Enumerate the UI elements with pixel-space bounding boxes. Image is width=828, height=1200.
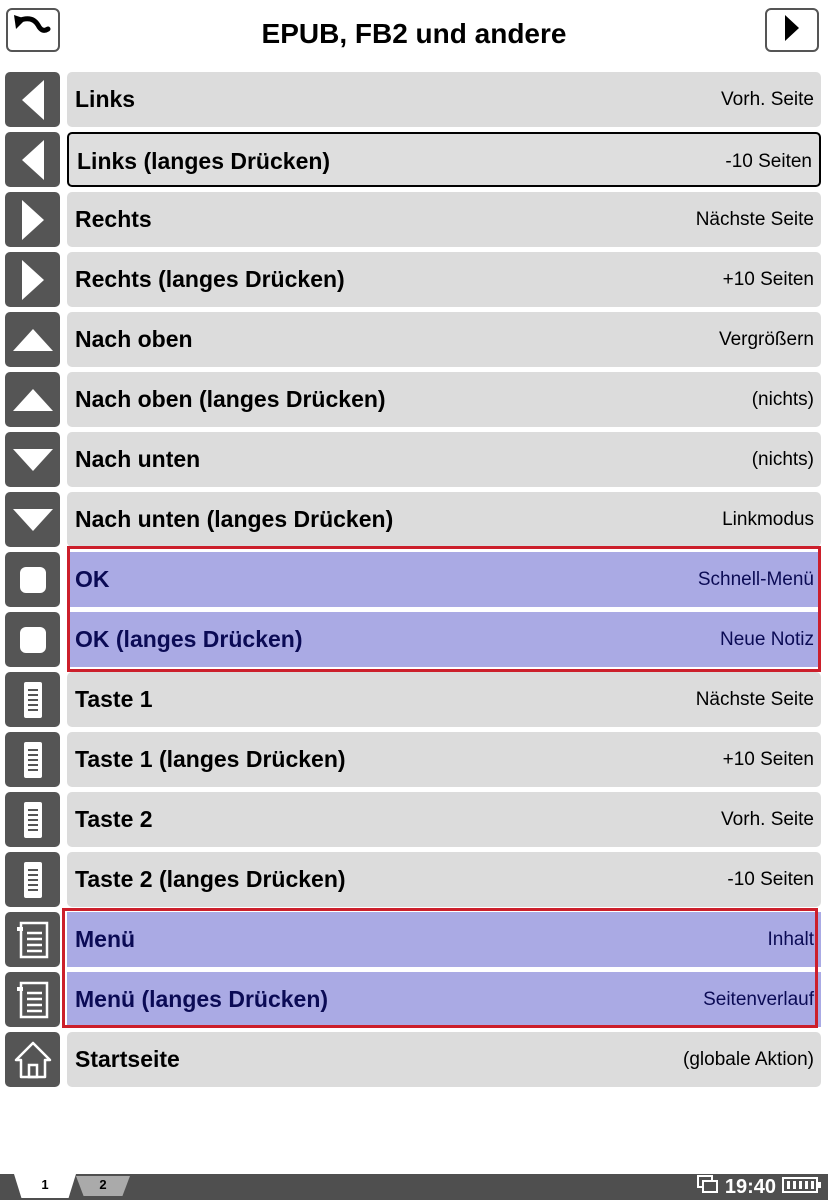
list-item-value: (globale Aktion) [683, 1049, 814, 1070]
list-item-button[interactable]: Taste 1 Nächste Seite [67, 672, 821, 727]
list-item-label: Nach oben (langes Drücken) [75, 386, 386, 412]
list-item-value: (nichts) [751, 449, 814, 470]
list-item[interactable]: Nach unten (langes Drücken) Linkmodus [0, 492, 828, 547]
list-item[interactable]: Menü Inhalt [0, 912, 828, 967]
list-item-label: Rechts (langes Drücken) [75, 266, 345, 292]
list-item-value: Inhalt [767, 929, 814, 950]
list-item[interactable]: Taste 2 (langes Drücken) -10 Seiten [0, 852, 828, 907]
arrow-up-icon [5, 312, 60, 367]
list-item-value: Schnell-Menü [697, 569, 814, 590]
list-item-value: Nächste Seite [695, 209, 814, 230]
side-key-icon [5, 792, 60, 847]
list-item-button[interactable]: Menü Inhalt [67, 912, 821, 967]
list-item-value: Nächste Seite [695, 689, 814, 710]
list-item[interactable]: Taste 1 Nächste Seite [0, 672, 828, 727]
list-item-button[interactable]: Nach oben Vergrößern [67, 312, 821, 367]
list-item[interactable]: Nach oben (langes Drücken) (nichts) [0, 372, 828, 427]
windows-icon[interactable] [696, 1175, 719, 1199]
list-item-label: OK (langes Drücken) [75, 626, 303, 652]
ok-square-icon [5, 552, 60, 607]
list-item-value: (nichts) [751, 389, 814, 410]
tab-1-label: 1 [41, 1177, 49, 1192]
list-item-value: Seitenverlauf [703, 989, 814, 1010]
list-item-value: Vorh. Seite [721, 809, 814, 830]
list-item-button[interactable]: Links Vorh. Seite [67, 72, 821, 127]
list-item[interactable]: Menü (langes Drücken) Seitenverlauf [0, 972, 828, 1027]
list-item-label: Taste 1 [75, 686, 153, 712]
list-item[interactable]: Links Vorh. Seite [0, 72, 828, 127]
list-item-button[interactable]: Nach oben (langes Drücken) (nichts) [67, 372, 821, 427]
list-item-value: +10 Seiten [722, 749, 814, 770]
arrow-down-icon [5, 432, 60, 487]
home-icon [5, 1032, 60, 1087]
list-item-label: Nach oben [75, 326, 193, 352]
next-page-icon [782, 13, 802, 48]
list-item-value: Neue Notiz [720, 629, 814, 650]
list-item-button[interactable]: OK (langes Drücken) Neue Notiz [67, 612, 821, 667]
arrow-left-icon [5, 72, 60, 127]
list-item-label: OK [75, 566, 110, 592]
list-item-value: Vorh. Seite [721, 89, 814, 110]
side-key-icon [5, 672, 60, 727]
arrow-left-icon [5, 132, 60, 187]
list-item-button[interactable]: Links (langes Drücken) -10 Seiten [67, 132, 821, 187]
list-item[interactable]: OK (langes Drücken) Neue Notiz [0, 612, 828, 667]
status-bar: 1 2 19:40 [0, 1174, 828, 1200]
arrow-right-icon [5, 192, 60, 247]
tab-2-label: 2 [99, 1177, 107, 1192]
clock: 19:40 [724, 1175, 776, 1198]
battery-icon [782, 1176, 822, 1199]
list-item[interactable]: Nach unten (nichts) [0, 432, 828, 487]
list-item-label: Links (langes Drücken) [77, 148, 331, 174]
page-title: EPUB, FB2 und andere [261, 18, 567, 49]
list-item-label: Taste 2 [75, 806, 153, 832]
list-item-value: -10 Seiten [727, 869, 814, 890]
list-item-value: -10 Seiten [725, 151, 812, 172]
list-item[interactable]: Taste 2 Vorh. Seite [0, 792, 828, 847]
list-item[interactable]: OK Schnell-Menü [0, 552, 828, 607]
ok-square-icon [5, 612, 60, 667]
tab-2[interactable]: 2 [76, 1176, 130, 1196]
next-button[interactable] [765, 8, 819, 52]
list-item-label: Taste 2 (langes Drücken) [75, 866, 346, 892]
list-item-label: Nach unten (langes Drücken) [75, 506, 394, 532]
list-item[interactable]: Rechts Nächste Seite [0, 192, 828, 247]
list-item-label: Rechts [75, 206, 152, 232]
status-right: 19:40 [696, 1174, 822, 1200]
menu-list-icon [5, 972, 60, 1027]
menu-list-icon [5, 912, 60, 967]
list-item[interactable]: Links (langes Drücken) -10 Seiten [0, 132, 828, 187]
side-key-icon [5, 732, 60, 787]
arrow-right-icon [5, 252, 60, 307]
tab-1[interactable]: 1 [14, 1174, 76, 1198]
arrow-down-icon [5, 492, 60, 547]
list-item-value: Linkmodus [722, 509, 814, 530]
list-item-label: Startseite [75, 1046, 180, 1072]
list-item-button[interactable]: Rechts (langes Drücken) +10 Seiten [67, 252, 821, 307]
list-item-label: Nach unten [75, 446, 201, 472]
list-item[interactable]: Startseite (globale Aktion) [0, 1032, 828, 1087]
list-item-label: Menü (langes Drücken) [75, 986, 329, 1012]
list-item[interactable]: Rechts (langes Drücken) +10 Seiten [0, 252, 828, 307]
list-item-value: +10 Seiten [722, 269, 814, 290]
list-item-button[interactable]: Startseite (globale Aktion) [67, 1032, 821, 1087]
list-item-button[interactable]: Taste 2 (langes Drücken) -10 Seiten [67, 852, 821, 907]
list-item-value: Vergrößern [718, 329, 814, 350]
list-item-button[interactable]: Menü (langes Drücken) Seitenverlauf [67, 972, 821, 1027]
list-item-button[interactable]: OK Schnell-Menü [67, 552, 821, 607]
list-item-label: Links [75, 86, 136, 112]
list-item-button[interactable]: Nach unten (nichts) [67, 432, 821, 487]
list-item-button[interactable]: Rechts Nächste Seite [67, 192, 821, 247]
list-item-label: Taste 1 (langes Drücken) [75, 746, 346, 772]
list-item-button[interactable]: Taste 1 (langes Drücken) +10 Seiten [67, 732, 821, 787]
side-key-icon [5, 852, 60, 907]
list-item[interactable]: Taste 1 (langes Drücken) +10 Seiten [0, 732, 828, 787]
list-item-button[interactable]: Nach unten (langes Drücken) Linkmodus [67, 492, 821, 547]
list-item-label: Menü [75, 926, 136, 952]
arrow-up-icon [5, 372, 60, 427]
list-item[interactable]: Nach oben Vergrößern [0, 312, 828, 367]
list-item-button[interactable]: Taste 2 Vorh. Seite [67, 792, 821, 847]
